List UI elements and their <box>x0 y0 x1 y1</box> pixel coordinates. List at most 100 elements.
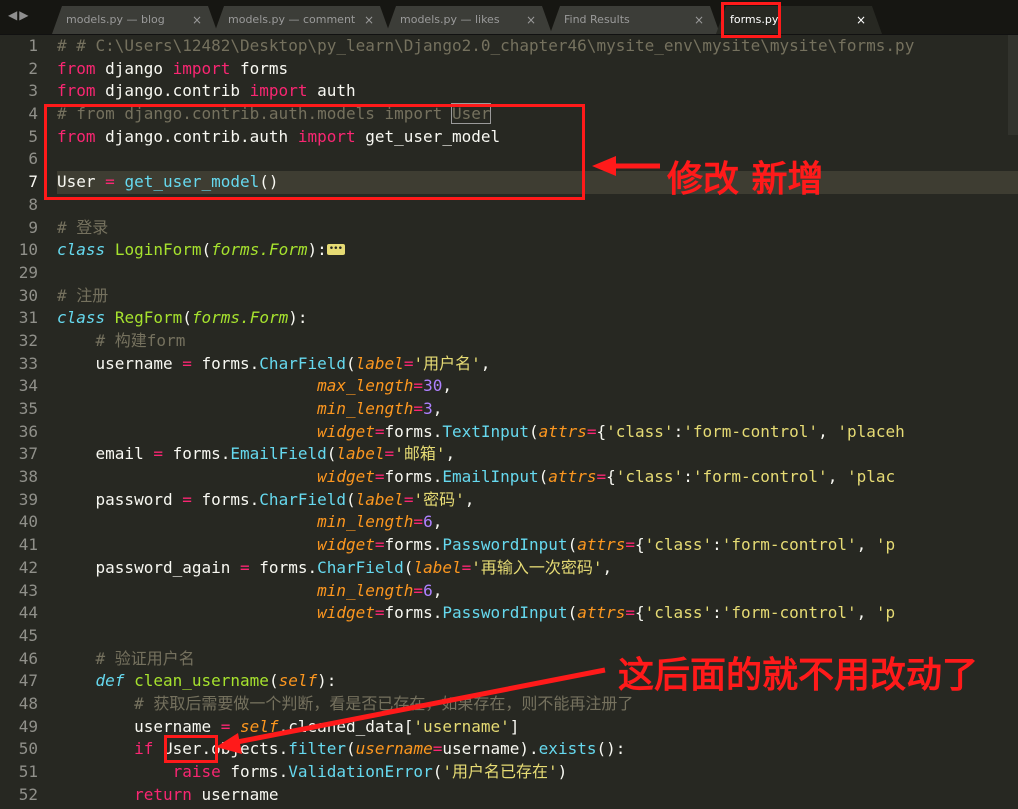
code-line[interactable]: username = forms.CharField(label='用户名', <box>57 353 1018 376</box>
function-call: filter <box>288 739 346 759</box>
string: 'username' <box>413 716 510 736</box>
punctuation: { <box>635 535 645 555</box>
operator: = <box>403 489 414 509</box>
code-line[interactable]: # 注册 <box>57 285 1018 308</box>
string: '密码' <box>413 489 465 509</box>
function-call: CharField <box>259 489 346 509</box>
close-icon[interactable]: × <box>856 6 866 34</box>
code-line[interactable]: widget=forms.TextInput(attrs={'class':'f… <box>57 421 1018 444</box>
string: '邮箱' <box>394 444 446 464</box>
string: 'form-control' <box>692 467 828 487</box>
function-call: TextInput <box>442 421 530 441</box>
identifier: forms. <box>201 353 260 373</box>
close-icon[interactable]: × <box>694 6 704 34</box>
comment: # # C:\Users\12482\Desktop\py_learn\Djan… <box>57 36 915 55</box>
string: 'form-control' <box>721 603 857 623</box>
operator: = <box>211 716 241 736</box>
line-number: 44 <box>18 603 38 623</box>
class-name: LoginForm <box>114 240 202 260</box>
base-class: forms.Form <box>211 240 308 260</box>
comment: # 构建form <box>95 330 186 350</box>
punctuation: , <box>818 421 838 441</box>
code-line[interactable]: class RegForm(forms.Form): <box>57 307 1018 330</box>
line-number: 30 <box>18 285 38 305</box>
comment: # 注册 <box>57 285 109 305</box>
code-line[interactable]: # # C:\Users\12482\Desktop\py_learn\Djan… <box>57 35 1018 58</box>
code-line[interactable]: class LoginForm(forms.Form): <box>57 238 1018 262</box>
code-line[interactable]: email = forms.EmailField(label='邮箱', <box>57 443 1018 466</box>
fold-marker-icon[interactable] <box>326 238 345 261</box>
tab-models-blog[interactable]: models.py — blog × <box>52 6 218 34</box>
code-line[interactable] <box>57 262 1018 285</box>
parameter: min_length <box>317 512 414 532</box>
code-line[interactable]: min_length=3, <box>57 398 1018 421</box>
code-line[interactable]: widget=forms.EmailInput(attrs={'class':'… <box>57 466 1018 489</box>
tab-label: Find Results <box>564 13 630 26</box>
line-number: 1 <box>28 36 38 55</box>
tab-find-results[interactable]: Find Results × <box>550 6 720 34</box>
operator: = <box>384 444 395 464</box>
code-line[interactable]: max_length=30, <box>57 375 1018 398</box>
tab-label: models.py — comment <box>228 13 356 26</box>
punctuation: , <box>445 444 456 464</box>
operator: = <box>374 467 385 487</box>
punctuation: ( <box>432 762 443 781</box>
comment: # 获取后需要做一个判断，看是否已存在，如果存在，则不能再注册了 <box>134 693 634 713</box>
code-line[interactable]: min_length=6, <box>57 511 1018 534</box>
close-icon[interactable]: × <box>192 6 202 34</box>
code-line[interactable] <box>57 625 1018 648</box>
close-icon[interactable]: × <box>526 6 536 34</box>
code-line[interactable]: raise forms.ValidationError('用户名已存在') <box>57 761 1018 784</box>
code-line[interactable]: return username <box>57 784 1018 807</box>
line-number: 47 <box>18 671 38 691</box>
code-line[interactable]: # 登录 <box>57 217 1018 240</box>
code-line[interactable]: password = forms.CharField(label='密码', <box>57 489 1018 512</box>
punctuation: : <box>683 467 693 487</box>
line-number: 50 <box>18 739 38 759</box>
tab-models-comment[interactable]: models.py — comment × <box>214 6 390 34</box>
string: 'p <box>875 535 896 555</box>
code-line[interactable]: # 构建form <box>57 330 1018 353</box>
identifier: auth <box>307 81 356 101</box>
string: 'form-control' <box>683 421 819 441</box>
code-line[interactable]: min_length=6, <box>57 580 1018 603</box>
parameter: label <box>413 557 462 577</box>
punctuation: , <box>856 535 876 555</box>
string: 'form-control' <box>721 535 857 555</box>
operator: = <box>172 353 202 373</box>
punctuation: { <box>606 467 616 487</box>
line-number: 42 <box>18 557 38 577</box>
highlight-box-user <box>164 735 218 763</box>
tab-label: models.py — likes <box>400 13 500 26</box>
function-name: clean_username <box>134 671 269 691</box>
tab-models-likes[interactable]: models.py — likes × <box>386 6 552 34</box>
line-number: 45 <box>18 625 38 645</box>
operator: = <box>374 535 385 555</box>
tab-nav-arrows-icon[interactable]: ◀▶ <box>8 8 30 22</box>
operator: = <box>413 512 424 532</box>
punctuation: ): <box>288 308 308 328</box>
line-number: 37 <box>18 444 38 464</box>
parameter: self <box>240 716 279 736</box>
identifier: forms. <box>201 489 260 509</box>
punctuation: , <box>432 399 443 418</box>
identifier: username <box>134 716 212 736</box>
close-icon[interactable]: × <box>364 6 374 34</box>
line-number: 35 <box>18 399 38 418</box>
code-line[interactable]: widget=forms.PasswordInput(attrs={'class… <box>57 602 1018 625</box>
parameter: label <box>355 353 404 373</box>
parameter: min_length <box>317 399 414 418</box>
code-line[interactable]: from django.contrib import auth <box>57 80 1018 103</box>
operator: = <box>403 353 414 373</box>
punctuation: ): <box>317 671 337 691</box>
code-line[interactable]: password_again = forms.CharField(label='… <box>57 557 1018 580</box>
operator: = <box>432 739 443 759</box>
string: 'class' <box>615 467 684 487</box>
code-line[interactable]: widget=forms.PasswordInput(attrs={'class… <box>57 534 1018 557</box>
parameter: attrs <box>577 603 626 623</box>
line-number: 4 <box>28 104 38 124</box>
code-line[interactable]: from django import forms <box>57 58 1018 81</box>
string: 'class' <box>644 535 713 555</box>
function-call: CharField <box>259 353 346 373</box>
